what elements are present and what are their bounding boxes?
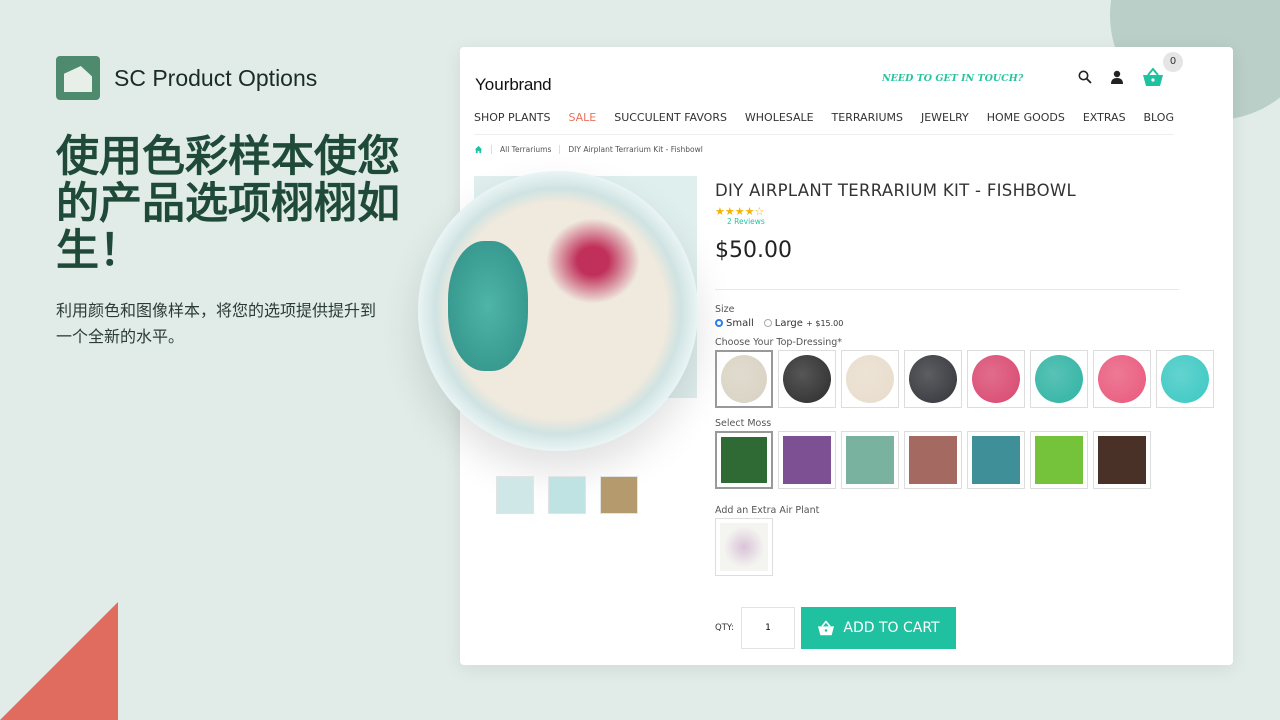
moss-swatch-color xyxy=(909,436,957,484)
home-icon[interactable] xyxy=(474,145,483,154)
breadcrumb-current: DIY Airplant Terrarium Kit - Fishbowl xyxy=(559,145,703,154)
product-price: $50.00 xyxy=(715,238,792,263)
topdressing-swatch-color xyxy=(721,355,767,403)
airplant-image xyxy=(720,523,768,571)
nav-extras[interactable]: EXTRAS xyxy=(1083,111,1126,124)
topdressing-swatch-color xyxy=(1035,355,1083,403)
quantity-row: QTY: ADD TO CART xyxy=(715,607,956,649)
nav-blog[interactable]: BLOG xyxy=(1144,111,1174,124)
reviews-link[interactable]: 2 Reviews xyxy=(727,217,1179,226)
moss-swatch-6[interactable] xyxy=(1030,431,1088,489)
moss-swatch-3[interactable] xyxy=(841,431,899,489)
airplant-label: Add an Extra Air Plant xyxy=(715,505,820,516)
nav-jewelry[interactable]: JEWELRY xyxy=(921,111,969,124)
topdressing-swatches xyxy=(715,350,1214,408)
moss-detail xyxy=(448,241,528,371)
topdressing-swatch-8[interactable] xyxy=(1156,350,1214,408)
topdressing-swatch-5[interactable] xyxy=(967,350,1025,408)
topdressing-swatch-color xyxy=(1098,355,1146,403)
thumbnail-3[interactable] xyxy=(600,476,638,514)
size-small-label: Small xyxy=(726,318,754,329)
radio-unchecked-icon xyxy=(763,319,772,327)
thumbnail-1[interactable] xyxy=(496,476,534,514)
search-icon[interactable] xyxy=(1078,70,1092,84)
size-large-radio[interactable]: Large + $15.00 xyxy=(763,318,844,329)
store-preview: Yourbrand NEED TO GET IN TOUCH? 0 SHOP P… xyxy=(418,47,1233,665)
topdressing-swatch-color xyxy=(972,355,1020,403)
topdressing-swatch-6[interactable] xyxy=(1030,350,1088,408)
airplant-swatch[interactable] xyxy=(715,518,773,576)
moss-swatch-5[interactable] xyxy=(967,431,1025,489)
contact-link[interactable]: NEED TO GET IN TOUCH? xyxy=(882,73,1023,84)
quantity-input[interactable] xyxy=(741,607,795,649)
moss-swatch-2[interactable] xyxy=(778,431,836,489)
moss-label: Select Moss xyxy=(715,418,772,429)
store-brand[interactable]: Yourbrand xyxy=(475,75,552,95)
moss-swatch-color xyxy=(1098,436,1146,484)
moss-swatch-7[interactable] xyxy=(1093,431,1151,489)
product-title: DIY AIRPLANT TERRARIUM KIT - FISHBOWL xyxy=(715,181,1076,200)
topdressing-swatch-color xyxy=(1161,355,1209,403)
add-to-cart-label: ADD TO CART xyxy=(843,620,940,636)
nav-succulent-favors[interactable]: SUCCULENT FAVORS xyxy=(614,111,727,124)
moss-swatch-4[interactable] xyxy=(904,431,962,489)
decorative-triangle xyxy=(0,602,118,720)
qty-label: QTY: xyxy=(715,623,734,633)
breadcrumb: All Terrariums DIY Airplant Terrarium Ki… xyxy=(474,145,703,154)
basket-icon xyxy=(818,620,835,636)
product-info: DIY AIRPLANT TERRARIUM KIT - FISHBOWL ★★… xyxy=(715,181,1214,576)
topdressing-swatch-2[interactable] xyxy=(778,350,836,408)
moss-swatch-1[interactable] xyxy=(715,431,773,489)
nav-home-goods[interactable]: HOME GOODS xyxy=(987,111,1065,124)
rating-stars: ★★★★☆ xyxy=(715,205,765,218)
topdressing-swatch-7[interactable] xyxy=(1093,350,1151,408)
topdressing-swatch-color xyxy=(909,355,957,403)
moss-swatch-color xyxy=(846,436,894,484)
brand-light: Your xyxy=(475,75,510,94)
promo-subtitle: 利用颜色和图像样本，将您的选项提供提升到一个全新的水平。 xyxy=(56,301,377,346)
topdressing-swatch-color xyxy=(783,355,831,403)
divider xyxy=(715,289,1179,290)
size-label: Size xyxy=(715,304,735,315)
user-icon[interactable] xyxy=(1110,70,1124,84)
radio-checked-icon xyxy=(715,319,723,327)
topdressing-swatch-4[interactable] xyxy=(904,350,962,408)
topdressing-swatch-3[interactable] xyxy=(841,350,899,408)
size-small-radio[interactable]: Small xyxy=(715,318,754,329)
app-name: SC Product Options xyxy=(114,64,318,91)
add-to-cart-button[interactable]: ADD TO CART xyxy=(801,607,956,649)
moss-swatch-color xyxy=(972,436,1020,484)
moss-swatches xyxy=(715,431,1179,489)
moss-swatch-color xyxy=(721,437,767,483)
moss-swatch-color xyxy=(783,436,831,484)
product-thumbnails xyxy=(496,476,638,514)
app-logo-icon xyxy=(56,56,100,100)
airplant-detail xyxy=(538,211,648,311)
topdressing-swatch-1[interactable] xyxy=(715,350,773,408)
breadcrumb-all-terrariums[interactable]: All Terrariums xyxy=(491,145,551,154)
nav-shop-plants[interactable]: SHOP PLANTS xyxy=(474,111,551,124)
cart-basket-icon[interactable] xyxy=(1142,67,1164,87)
topdressing-label: Choose Your Top-Dressing* xyxy=(715,337,843,348)
cart-count-badge: 0 xyxy=(1163,52,1183,72)
promo-headline: 使用色彩样本使您的产品选项栩栩如生！ xyxy=(56,132,400,276)
size-large-label: Large xyxy=(774,318,803,329)
app-logo: SC Product Options xyxy=(56,56,317,100)
thumbnail-2[interactable] xyxy=(548,476,586,514)
nav-sale[interactable]: SALE xyxy=(568,111,596,124)
product-image[interactable] xyxy=(418,171,698,451)
moss-swatch-color xyxy=(1035,436,1083,484)
nav-wholesale[interactable]: WHOLESALE xyxy=(745,111,814,124)
brand-bold: brand xyxy=(509,75,552,94)
size-large-price: + $15.00 xyxy=(806,319,844,328)
main-nav: SHOP PLANTS SALE SUCCULENT FAVORS WHOLES… xyxy=(474,111,1174,135)
nav-terrariums[interactable]: TERRARIUMS xyxy=(832,111,903,124)
topdressing-swatch-color xyxy=(846,355,894,403)
